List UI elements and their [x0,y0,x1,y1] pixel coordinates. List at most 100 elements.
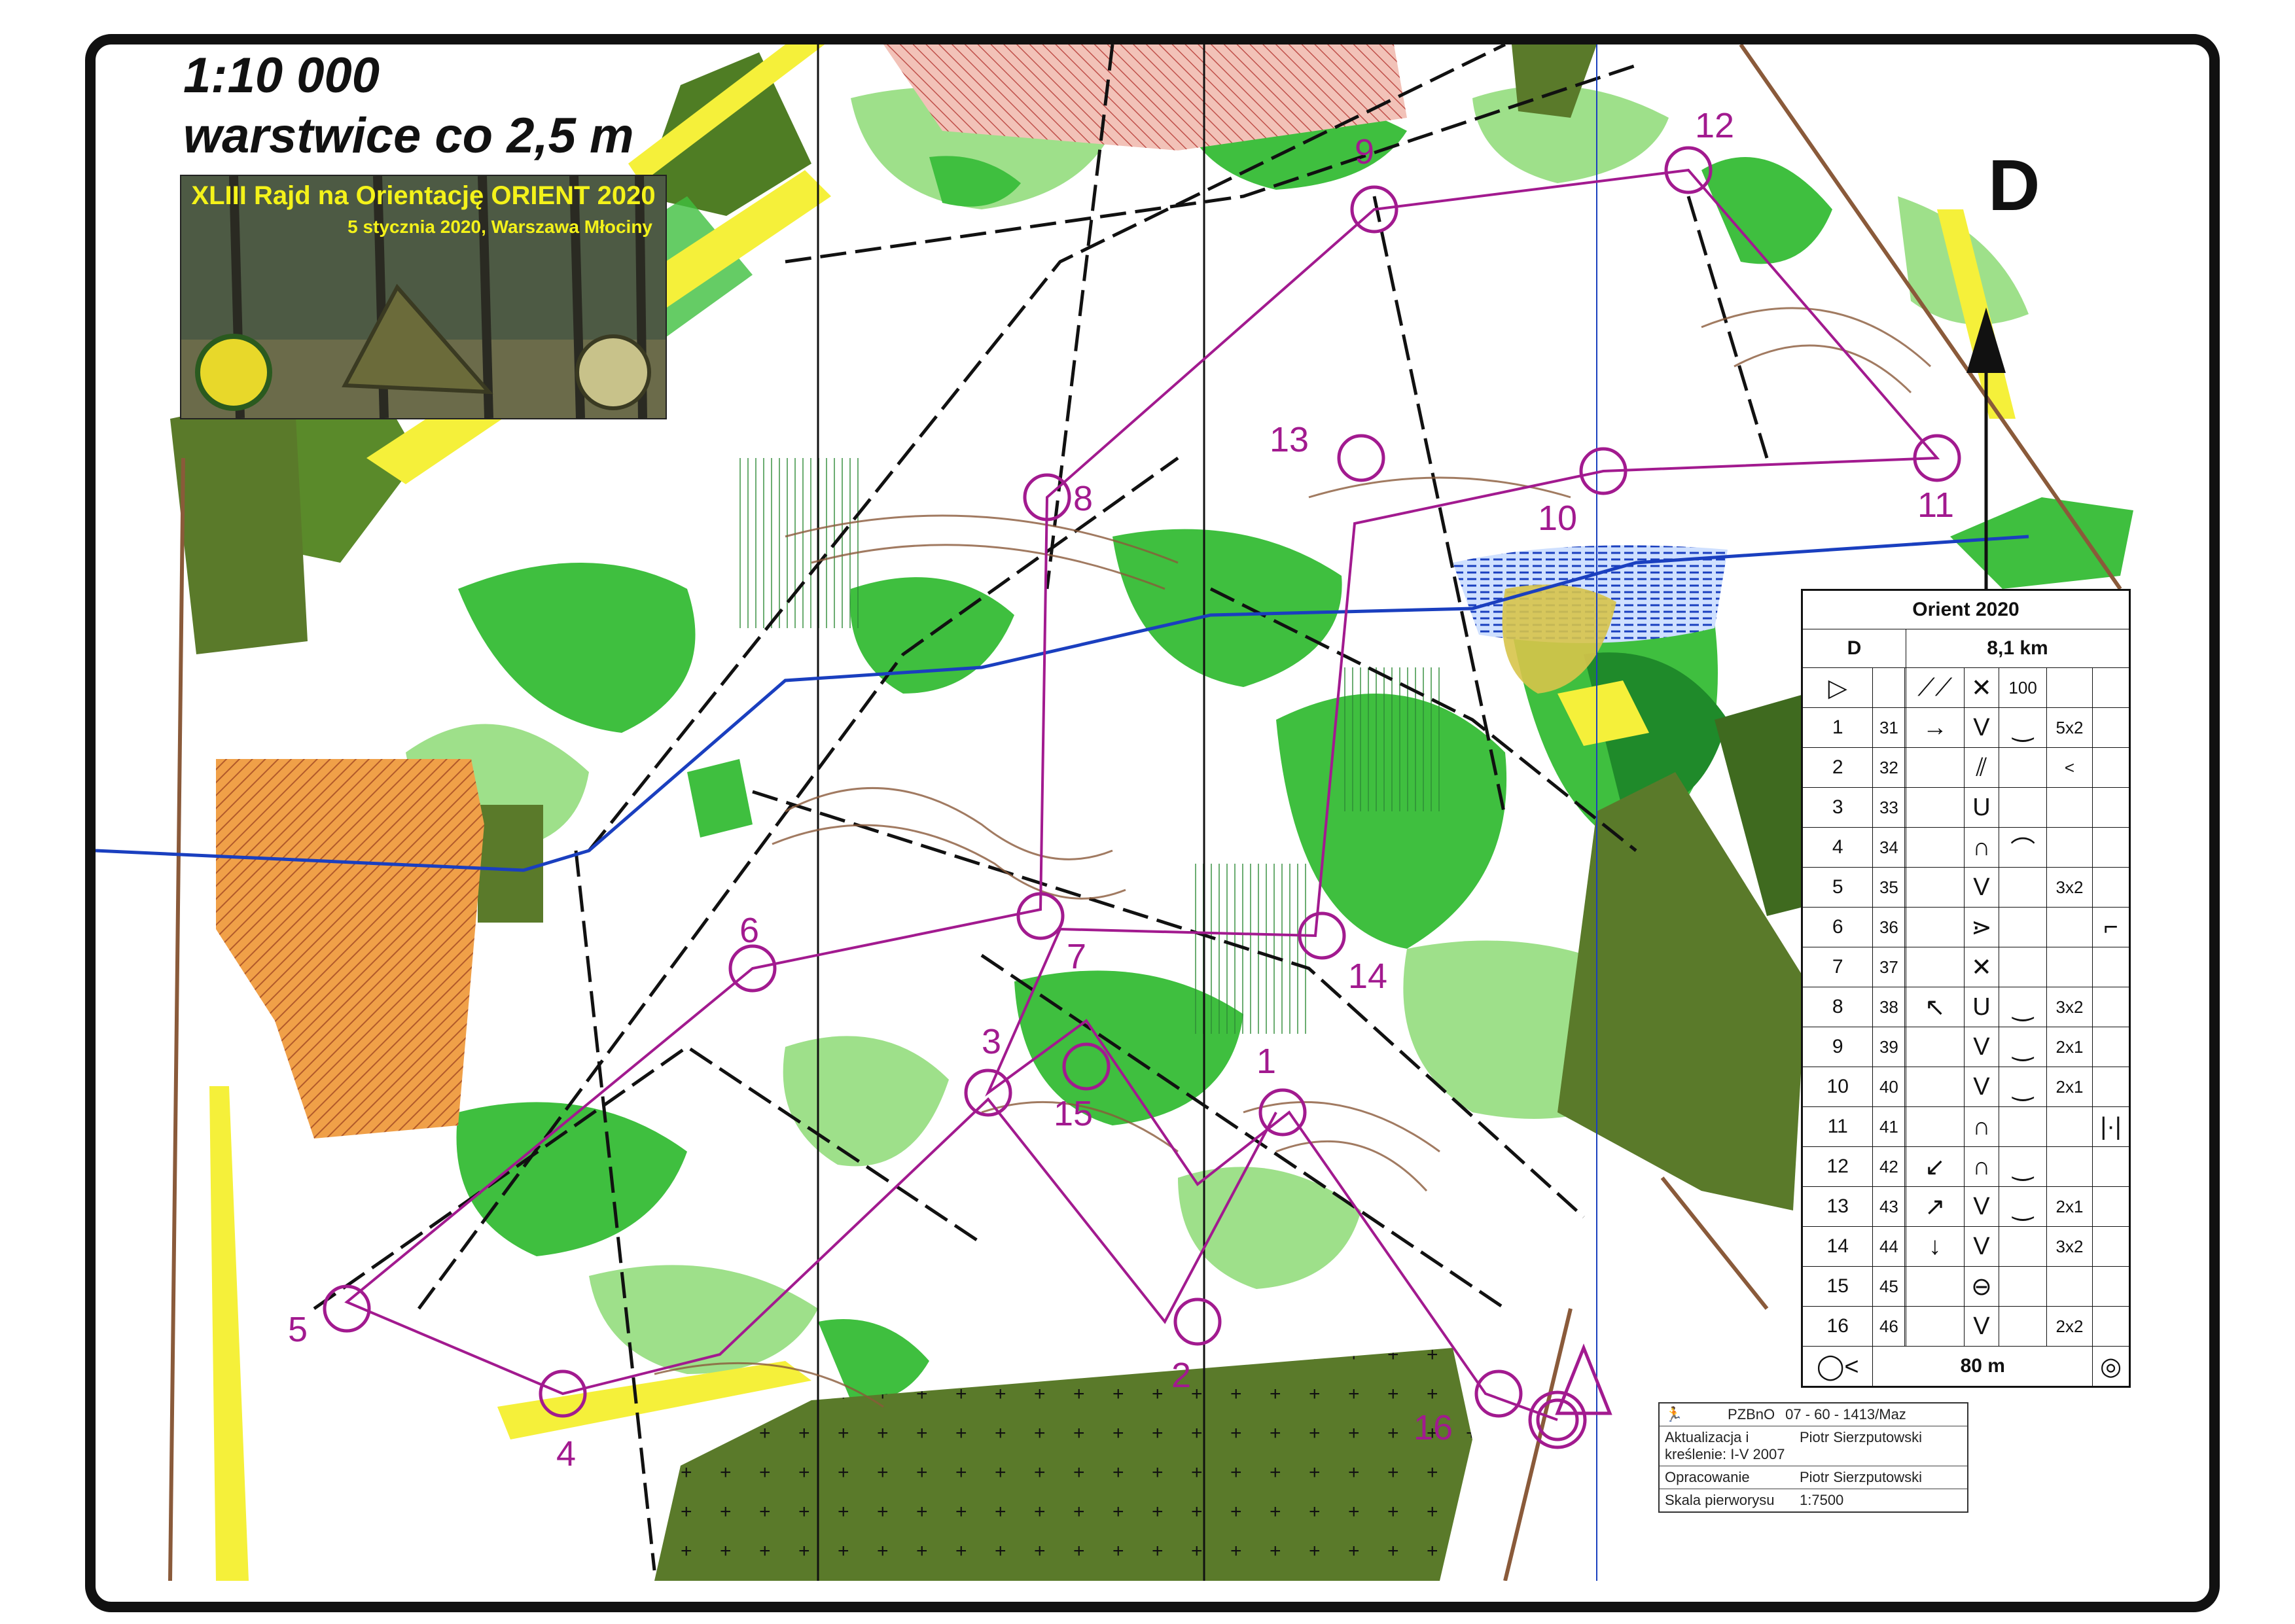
control-label-6: 6 [739,911,759,950]
description-row: 9 39 V ‿ 2x1 [1802,1027,2129,1067]
dimension: 5x2 [2046,707,2093,748]
row-number: 16 [1802,1306,1874,1347]
appearance [1999,1106,2047,1147]
direction [1906,1306,1965,1347]
control-label-8: 8 [1073,479,1093,518]
appearance: ‿ [1999,987,2047,1027]
category-letter: D [1988,145,2040,226]
start-symbol-icon: ▷ [1802,667,1874,708]
feature: U [1963,787,2000,828]
control-label-10: 10 [1538,499,1577,538]
location [2092,1067,2129,1107]
control-label-14: 14 [1348,957,1387,996]
feature: V [1963,867,2000,908]
feature: ∩ [1963,1146,2000,1187]
row-number: 3 [1802,787,1874,828]
dimension [2046,1106,2093,1147]
description-row: 11 41 ∩ |·| [1802,1106,2129,1147]
feature: ✕ [1963,947,2000,987]
control-code: 43 [1872,1186,1906,1227]
feature: V [1963,1306,2000,1347]
feature: V [1963,1226,2000,1267]
event-title: XLIII Rajd na Orientację ORIENT 2020 [191,181,656,210]
description-row: 13 43 ↗ V ‿ 2x1 [1802,1186,2129,1227]
control-code: 35 [1872,867,1906,908]
control-code: 36 [1872,907,1906,947]
control-code: 42 [1872,1146,1906,1187]
dimension: 3x2 [2046,987,2093,1027]
location [2092,947,2129,987]
description-row: 1 31 → V ‿ 5x2 [1802,707,2129,748]
description-row: 15 45 ⊖ [1802,1266,2129,1307]
prep-author: Piotr Sierzputowski [1800,1469,1923,1485]
appearance [1999,787,2047,828]
direction [1906,1027,1965,1067]
location [2092,747,2129,788]
control-code: 44 [1872,1226,1906,1267]
banner-photo [181,176,666,418]
feature: V [1963,1027,2000,1067]
sheet-length: 8,1 km [1906,629,2129,668]
direction [1906,867,1965,908]
direction [1906,907,1965,947]
row-number: 14 [1802,1226,1874,1267]
description-row: 7 37 ✕ [1802,947,2129,987]
appearance [1999,747,2047,788]
feature: ∩ [1963,1106,2000,1147]
description-row: 12 42 ↙ ∩ ‿ [1802,1146,2129,1187]
sheet-title: Orient 2020 [1802,590,2129,629]
location [2092,827,2129,868]
scale-label: Skala pierworysu [1665,1492,1775,1508]
finish-icon: ◎ [2092,1346,2129,1386]
direction: ↗ [1906,1186,1965,1227]
row-number: 10 [1802,1067,1874,1107]
control-code: 39 [1872,1027,1906,1067]
control-label-1: 1 [1256,1042,1276,1081]
dimension: 2x1 [2046,1067,2093,1107]
appearance [1999,907,2047,947]
control-label-15: 15 [1054,1094,1093,1133]
start-feature: ⟋⟋ [1906,667,1965,708]
description-row: 16 46 V 2x2 [1802,1306,2129,1347]
appearance: ‿ [1999,1067,2047,1107]
direction [1906,787,1965,828]
description-table: Orient 2020 D 8,1 km ▷ ⟋⟋ ✕ 100 1 31 → V ‿ 5x… [1802,590,2129,1386]
direction [1906,1266,1965,1307]
control-label-11: 11 [1917,485,1954,525]
appearance [1999,947,2047,987]
location [2092,1226,2129,1267]
control-code: 37 [1872,947,1906,987]
dimension [2046,907,2093,947]
row-number: 12 [1802,1146,1874,1187]
row-number: 9 [1802,1027,1874,1067]
control-code: 45 [1872,1266,1906,1307]
direction [1906,947,1965,987]
location [2092,1306,2129,1347]
row-number: 8 [1802,987,1874,1027]
appearance: ‿ [1999,1027,2047,1067]
control-code: 41 [1872,1106,1906,1147]
row-number: 13 [1802,1186,1874,1227]
direction [1906,1067,1965,1107]
feature: ⋗ [1963,907,2000,947]
description-row: 8 38 ↖ U ‿ 3x2 [1802,987,2129,1027]
row-number: 11 [1802,1106,1874,1147]
location [2092,787,2129,828]
control-code: 32 [1872,747,1906,788]
contour-interval: warstwice co 2,5 m [183,108,634,164]
direction: ↖ [1906,987,1965,1027]
prep-label: Opracowanie [1665,1469,1750,1485]
control-code: 34 [1872,827,1906,868]
feature: ∩ [1963,827,2000,868]
location [2092,1266,2129,1307]
dimension [2046,947,2093,987]
row-number: 7 [1802,947,1874,987]
finish-distance: 80 m [1872,1346,2093,1386]
direction: ↓ [1906,1226,1965,1267]
dimension: 2x1 [2046,1027,2093,1067]
dimension: 3x2 [2046,1226,2093,1267]
dimension [2046,787,2093,828]
update-author: Piotr Sierzputowski [1800,1429,1923,1445]
org-name: PZBnO [1728,1406,1775,1422]
direction: → [1906,707,1965,748]
